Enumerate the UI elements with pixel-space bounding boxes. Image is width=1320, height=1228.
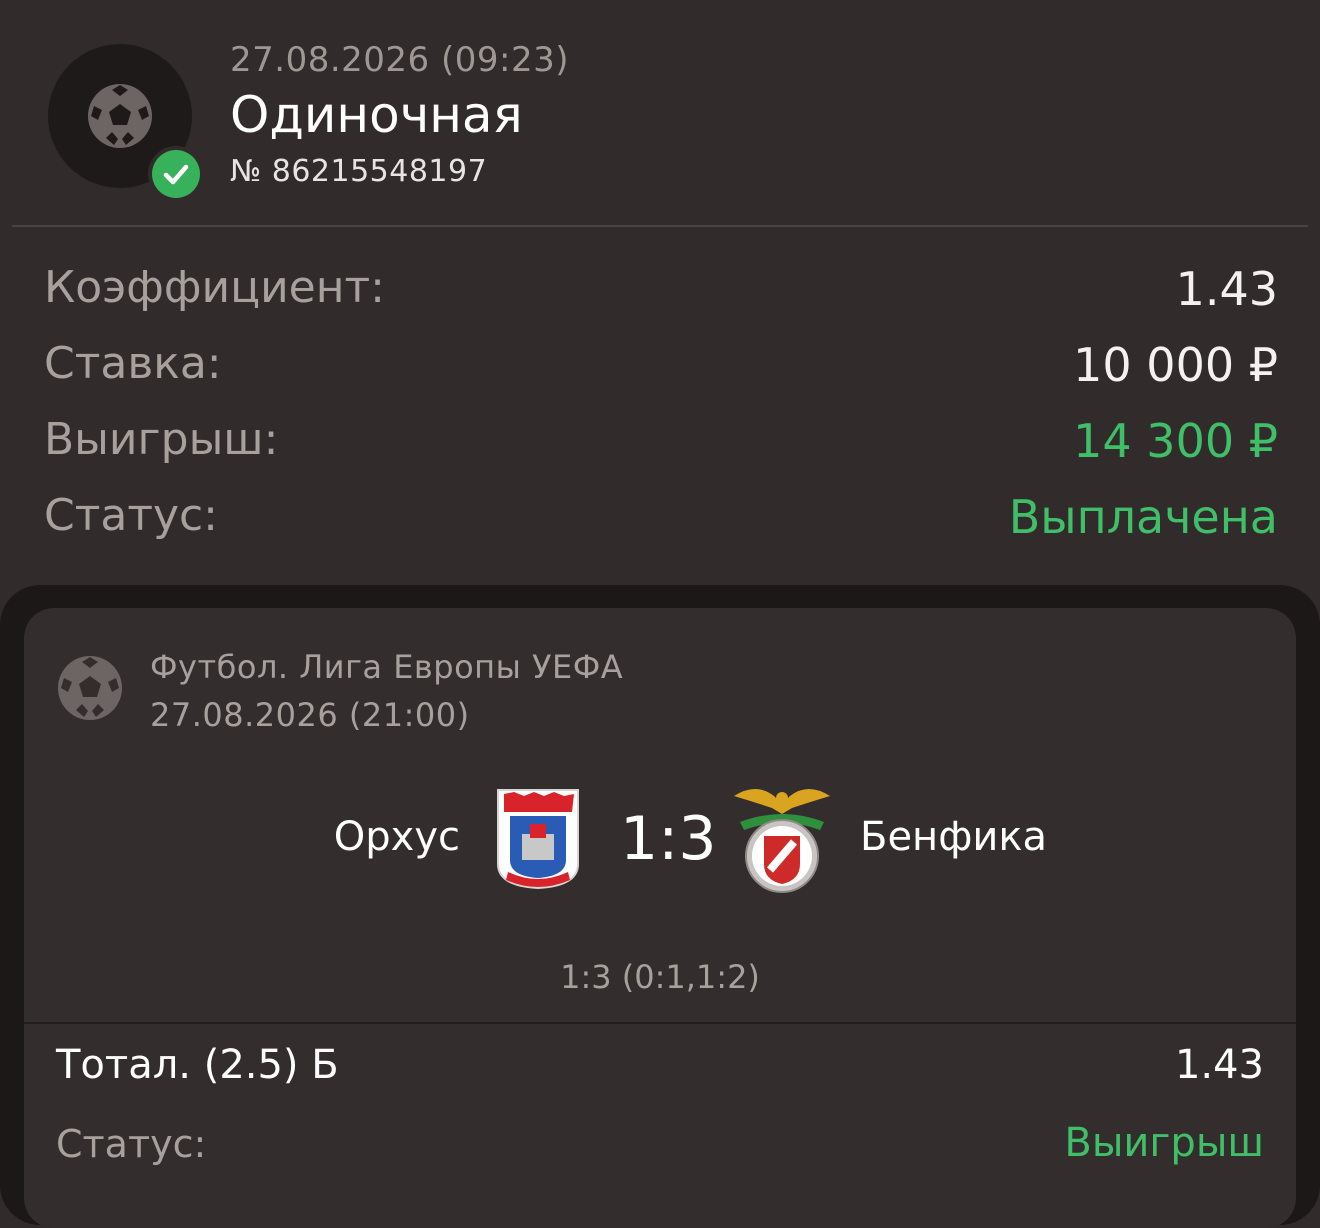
home-team-name: Орхус — [333, 814, 460, 860]
coef-label: Коэффициент: — [44, 262, 385, 313]
bet-number[interactable]: № 86215548197 — [230, 154, 487, 189]
event-card[interactable]: Футбол. Лига Европы УЕФА 27.08.2026 (21:… — [24, 608, 1296, 1228]
half-scores: 1:3 (0:1,1:2) — [560, 958, 760, 996]
status-label: Статус: — [44, 490, 219, 541]
status-value: Выплачена — [1008, 490, 1278, 544]
divider — [12, 225, 1308, 227]
win-label: Выигрыш: — [44, 414, 279, 465]
bet-odds: 1.43 — [1174, 1042, 1264, 1088]
match-score: 1:3 — [620, 804, 717, 874]
bet-market: Тотал. (2.5) Б — [56, 1042, 339, 1088]
bet-datetime: 27.08.2026 (09:23) — [230, 40, 569, 80]
stake-value: 10 000 ₽ — [1073, 338, 1278, 392]
soccer-ball-icon — [58, 656, 122, 720]
event-datetime: 27.08.2026 (21:00) — [150, 696, 470, 734]
coef-row: Коэффициент: 1.43 — [44, 252, 1278, 328]
stake-row: Ставка: 10 000 ₽ — [44, 328, 1278, 404]
win-value: 14 300 ₽ — [1073, 414, 1278, 468]
check-icon — [163, 164, 189, 185]
soccer-ball-icon — [88, 84, 152, 148]
win-row: Выигрыш: 14 300 ₽ — [44, 404, 1278, 480]
divider — [24, 1022, 1296, 1024]
bet-type-title: Одиночная — [230, 86, 523, 144]
bet-header: 27.08.2026 (09:23) Одиночная № 862155481… — [0, 0, 1320, 226]
bet-status-label: Статус: — [56, 1122, 207, 1166]
stake-label: Ставка: — [44, 338, 222, 389]
benfica-crest-icon — [734, 789, 830, 893]
coef-value: 1.43 — [1175, 262, 1278, 316]
status-row: Статус: Выплачена — [44, 480, 1278, 556]
agf-aarhus-crest-icon — [497, 789, 579, 890]
bet-summary: Коэффициент: 1.43 Ставка: 10 000 ₽ Выигр… — [44, 252, 1278, 556]
status-badge — [148, 146, 204, 202]
league-name: Футбол. Лига Европы УЕФА — [150, 648, 624, 686]
bet-status-value: Выигрыш — [1064, 1120, 1264, 1166]
away-team-name: Бенфика — [860, 814, 1048, 860]
